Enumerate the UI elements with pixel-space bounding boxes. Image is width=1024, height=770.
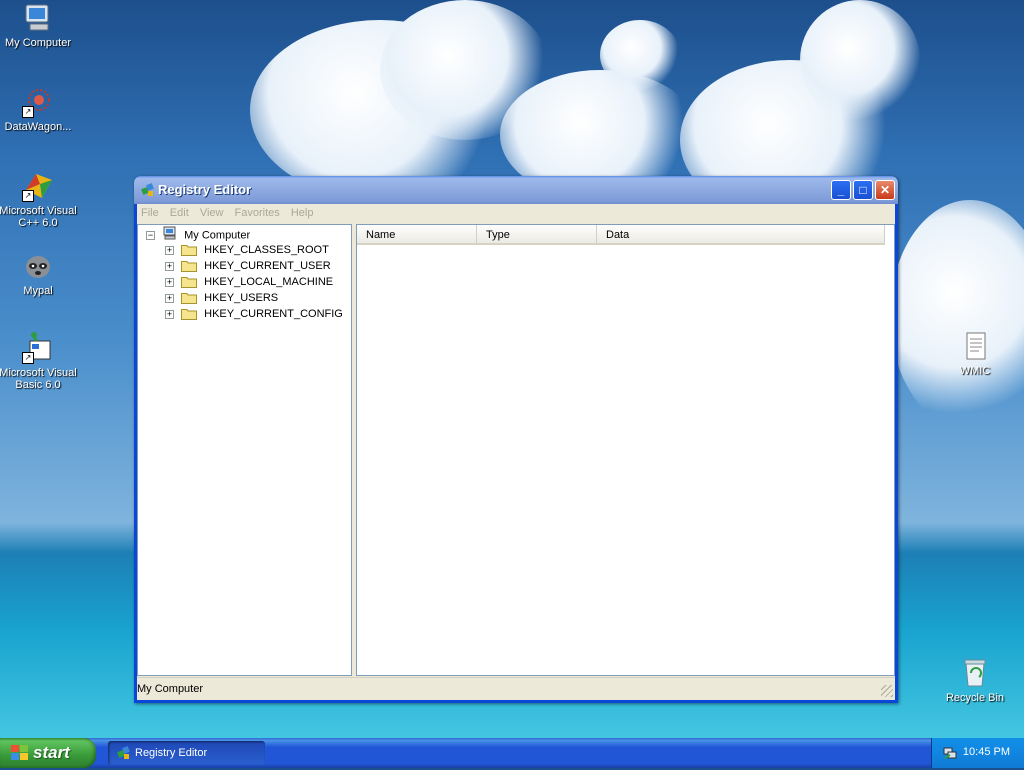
registry-editor-icon — [140, 182, 156, 198]
cloud-decoration — [890, 200, 1024, 430]
tree-label: HKEY_CURRENT_USER — [204, 260, 331, 272]
maximize-icon: □ — [859, 183, 867, 197]
menu-edit[interactable]: Edit — [166, 204, 193, 219]
menu-favorites[interactable]: Favorites — [231, 204, 284, 219]
system-tray: 10:45 PM — [931, 738, 1024, 768]
tree-item-hkey-users[interactable]: + HKEY_USERS — [165, 290, 278, 306]
expand-toggle[interactable]: + — [165, 261, 174, 271]
desktop-icon-wmic[interactable]: WMIC — [935, 330, 1015, 377]
folder-icon — [181, 292, 198, 305]
expand-toggle[interactable]: + — [165, 309, 174, 319]
registry-editor-icon — [116, 745, 132, 761]
menu-bar: File Edit View Favorites Help — [137, 204, 895, 222]
tree-label: HKEY_LOCAL_MACHINE — [204, 276, 334, 288]
visual-basic-icon: ↗ — [22, 332, 54, 364]
shortcut-arrow-icon: ↗ — [22, 106, 34, 118]
recycle-bin-icon — [959, 657, 991, 689]
menu-file[interactable]: File — [137, 204, 163, 219]
close-button[interactable]: ✕ — [875, 180, 895, 200]
taskbar-item-registry-editor[interactable]: Registry Editor — [108, 741, 265, 765]
desktop-icon-mypal[interactable]: Mypal — [0, 250, 78, 297]
tree-label: HKEY_CLASSES_ROOT — [204, 244, 329, 256]
tree-item-hkey-local-machine[interactable]: + HKEY_LOCAL_MACHINE — [165, 274, 333, 290]
desktop-icon-my-computer[interactable]: My Computer — [0, 2, 78, 49]
menu-help[interactable]: Help — [287, 204, 318, 219]
minimize-icon: _ — [837, 183, 845, 197]
close-icon: ✕ — [879, 183, 891, 197]
start-button[interactable]: start — [0, 738, 96, 768]
window-titlebar[interactable]: Registry Editor _ □ ✕ — [134, 176, 898, 204]
raccoon-icon — [22, 250, 54, 282]
start-label: start — [33, 743, 70, 762]
datawagon-icon: ↗ — [22, 86, 54, 118]
registry-editor-window[interactable]: Registry Editor _ □ ✕ File Edit View Fav… — [134, 176, 898, 703]
taskbar: start Registry Editor 10:45 PM — [0, 738, 1024, 768]
visual-cpp-icon: ↗ — [22, 170, 54, 202]
desktop-icon-label: WMIC — [959, 365, 991, 377]
desktop-icon-recycle-bin[interactable]: Recycle Bin — [935, 657, 1015, 704]
desktop-icon-label: Microsoft Visual Basic 6.0 — [0, 367, 77, 391]
folder-icon — [181, 308, 198, 321]
maximize-button[interactable]: □ — [853, 180, 873, 200]
desktop-icon-datawagon[interactable]: ↗ DataWagon... — [0, 86, 78, 133]
tree-item-hkey-current-user[interactable]: + HKEY_CURRENT_USER — [165, 258, 331, 274]
column-header-data[interactable]: Data — [597, 225, 885, 245]
computer-icon — [22, 2, 54, 34]
window-title: Registry Editor — [158, 182, 252, 197]
folder-icon — [181, 276, 198, 289]
status-bar: My Computer — [137, 677, 895, 700]
desktop-icon-visual-basic[interactable]: ↗ Microsoft Visual Basic 6.0 — [0, 332, 78, 391]
cloud-decoration — [800, 0, 920, 120]
cloud-decoration — [600, 20, 680, 90]
column-header-name[interactable]: Name — [357, 225, 477, 245]
column-header-type[interactable]: Type — [477, 225, 597, 245]
desktop-icon-label: DataWagon... — [4, 121, 72, 133]
folder-icon — [181, 260, 198, 273]
tree-label: HKEY_USERS — [204, 292, 279, 304]
expand-toggle[interactable]: + — [165, 245, 174, 255]
taskbar-item-label: Registry Editor — [135, 747, 208, 759]
menu-view[interactable]: View — [196, 204, 228, 219]
windows-logo-icon — [11, 745, 29, 761]
values-pane[interactable]: Name Type Data — [356, 224, 895, 676]
desktop-icon-label: Microsoft Visual C++ 6.0 — [0, 205, 77, 229]
tree-item-my-computer[interactable]: − My Computer — [146, 226, 250, 242]
folder-icon — [181, 244, 198, 257]
tree-label: My Computer — [184, 229, 251, 242]
shortcut-arrow-icon: ↗ — [22, 190, 34, 202]
expand-toggle[interactable]: + — [165, 277, 174, 287]
network-tray-icon[interactable] — [942, 745, 958, 761]
text-document-icon — [959, 330, 991, 362]
resize-grip-icon[interactable] — [881, 685, 893, 697]
status-text: My Computer — [137, 683, 204, 695]
expand-toggle[interactable]: + — [165, 293, 174, 303]
tree-pane[interactable]: − My Computer + HKEY_CLASSES_ROOT + HKEY… — [137, 224, 352, 676]
desktop-icon-visual-cpp[interactable]: ↗ Microsoft Visual C++ 6.0 — [0, 170, 78, 229]
clock[interactable]: 10:45 PM — [963, 746, 1010, 758]
desktop-icon-label: My Computer — [4, 37, 72, 49]
tree-label: HKEY_CURRENT_CONFIG — [204, 308, 343, 320]
tree-item-hkey-current-config[interactable]: + HKEY_CURRENT_CONFIG — [165, 306, 343, 322]
desktop-icon-label: Mypal — [23, 285, 53, 297]
collapse-toggle[interactable]: − — [146, 231, 155, 240]
desktop-icon-label: Recycle Bin — [945, 692, 1005, 704]
minimize-button[interactable]: _ — [831, 180, 851, 200]
shortcut-arrow-icon: ↗ — [22, 352, 34, 364]
window-body: File Edit View Favorites Help − My Compu… — [137, 204, 895, 700]
tree-item-hkey-classes-root[interactable]: + HKEY_CLASSES_ROOT — [165, 242, 329, 258]
